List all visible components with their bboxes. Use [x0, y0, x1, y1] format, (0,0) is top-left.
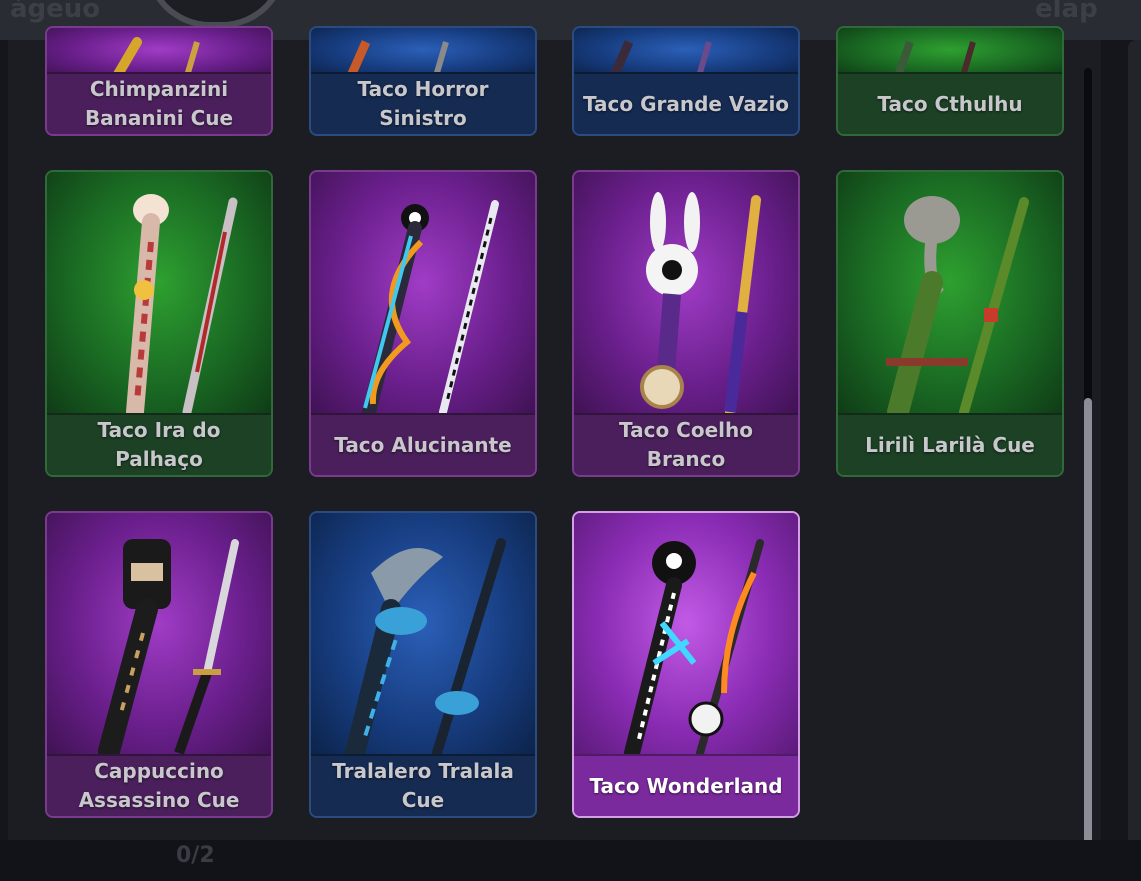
cue-icon [362, 200, 499, 417]
cue-icon [609, 40, 712, 76]
cue-name: Taco Cthulhu [838, 72, 1062, 134]
dial-tab-button[interactable] [145, 0, 287, 28]
adjacent-panel-edge [1128, 40, 1141, 860]
cue-card-cthulhu[interactable]: Taco Cthulhu [836, 26, 1064, 136]
header-ghost-text-right: elap [1035, 0, 1098, 24]
cue-name: Cappuccino Assassino Cue [47, 754, 271, 816]
pager-text: 0/2 [176, 843, 215, 868]
cue-card-coelho-branco[interactable]: Taco Coelho Branco [572, 170, 800, 477]
cue-artwork [574, 172, 798, 417]
cue-icon [346, 40, 449, 76]
cue-artwork [838, 172, 1062, 417]
cue-icon [126, 194, 238, 417]
cue-name: Taco Horror Sinistro [311, 72, 535, 134]
cue-card-grande-vazio[interactable]: Taco Grande Vazio [572, 26, 800, 136]
cue-name: Taco Ira do Palhaço [47, 413, 271, 475]
cue-name: Taco Grande Vazio [574, 72, 798, 134]
cue-artwork [47, 513, 271, 758]
cue-artwork [311, 513, 535, 758]
cue-name: Lirilì Larilà Cue [838, 413, 1062, 475]
cue-icon [894, 40, 976, 76]
cue-name: Taco Wonderland [574, 754, 798, 816]
cue-card-alucinante[interactable]: Taco Alucinante [309, 170, 537, 477]
bottom-bar [0, 840, 1141, 881]
cue-card-chimpanzini[interactable]: Chimpanzini Bananini Cue [45, 26, 273, 136]
cue-artwork [574, 28, 798, 76]
cue-name: Taco Coelho Branco [574, 413, 798, 475]
cue-icon [640, 192, 761, 417]
header-ghost-text-left: ágeuo [10, 0, 101, 24]
cue-name: Taco Alucinante [311, 413, 535, 475]
cue-artwork [838, 28, 1062, 76]
cue-icon [345, 538, 506, 758]
scrollbar-thumb[interactable] [1084, 398, 1092, 844]
cue-icon [886, 196, 1029, 417]
cue-artwork [311, 28, 535, 76]
cue-card-tralalero-tralala[interactable]: Tralalero Tralala Cue [309, 511, 537, 818]
cue-name: Tralalero Tralala Cue [311, 754, 535, 816]
cue-icon [112, 37, 200, 76]
cue-icon [624, 539, 764, 758]
cue-icon [98, 539, 239, 758]
cue-card-lirili-larila[interactable]: Lirilì Larilà Cue [836, 170, 1064, 477]
cue-card-ira-do-palhaco[interactable]: Taco Ira do Palhaço [45, 170, 273, 477]
cue-artwork [311, 172, 535, 417]
cue-artwork [47, 28, 271, 76]
cue-artwork [574, 513, 798, 758]
cue-artwork [47, 172, 271, 417]
cue-card-wonderland[interactable]: Taco Wonderland [572, 511, 800, 818]
cue-name: Chimpanzini Bananini Cue [47, 72, 271, 134]
cue-card-horror-sinistro[interactable]: Taco Horror Sinistro [309, 26, 537, 136]
cue-card-cappuccino-assassino[interactable]: Cappuccino Assassino Cue [45, 511, 273, 818]
